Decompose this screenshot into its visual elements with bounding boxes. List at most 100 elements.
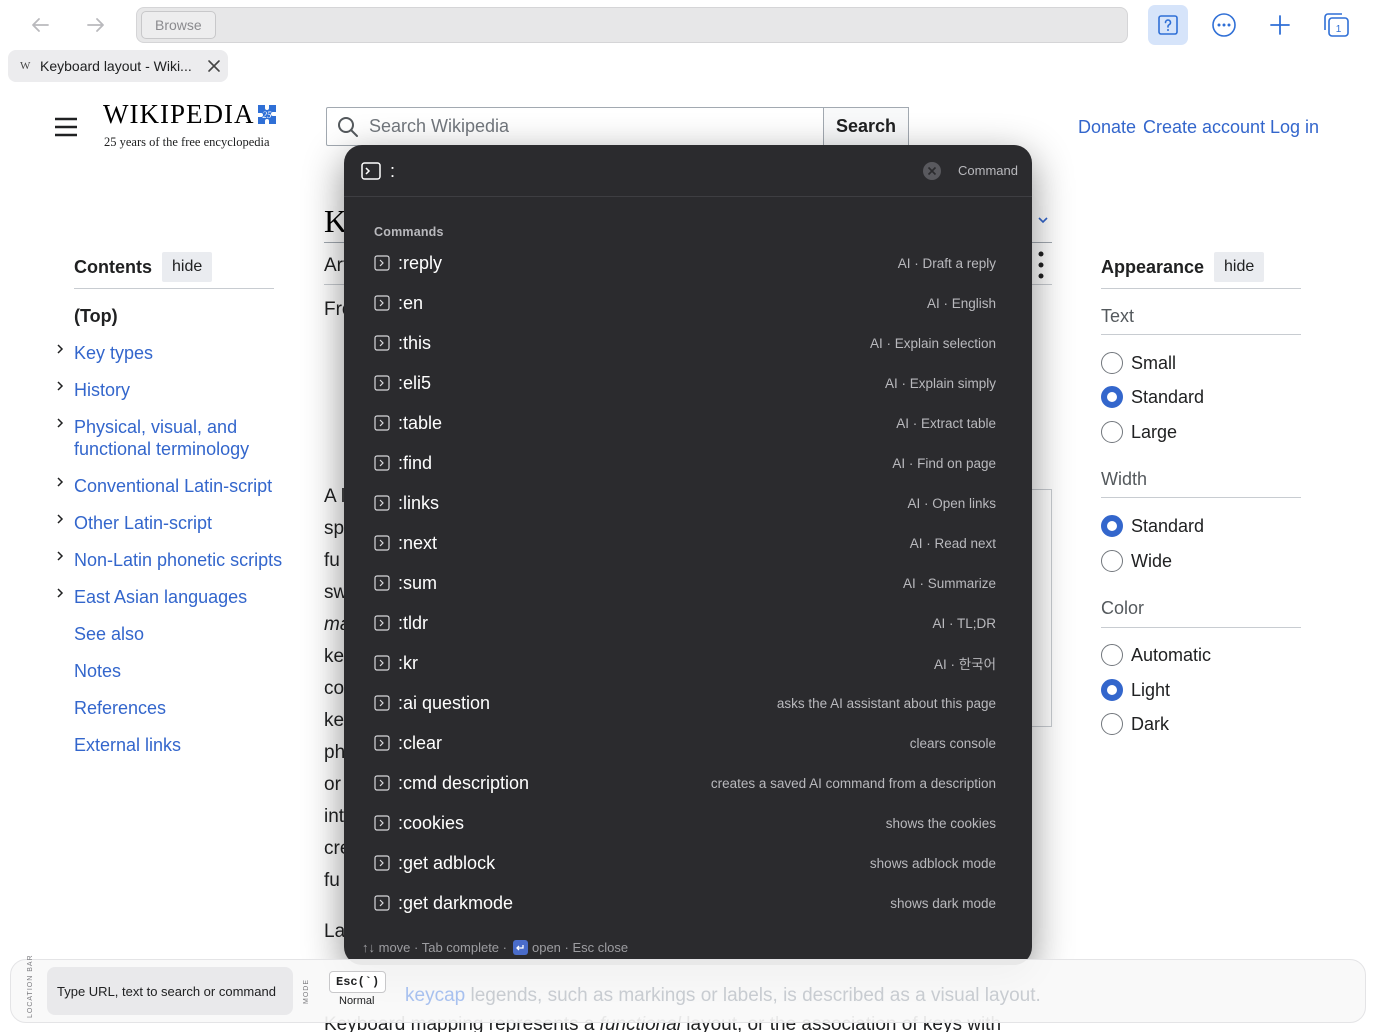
search-placeholder: Search Wikipedia xyxy=(369,116,510,136)
return-key-icon xyxy=(512,940,528,955)
radio-color-light[interactable]: Light xyxy=(1101,679,1170,701)
command-name: :next xyxy=(398,532,438,553)
command-item[interactable]: :ai question asks the AI assistant about … xyxy=(374,683,996,723)
browse-chip[interactable]: Browse xyxy=(141,11,216,39)
login-link[interactable]: Log in xyxy=(1270,117,1319,138)
para-frag-link[interactable]: co xyxy=(324,678,344,700)
terminal-icon xyxy=(361,162,381,180)
command-item[interactable]: :links AI · Open links xyxy=(374,483,996,523)
back-arrow-icon xyxy=(32,18,49,32)
toc-item-non-latin[interactable]: Non-Latin phonetic scripts xyxy=(74,549,282,571)
palette-footer: ↑↓ move · Tab complete · open · Esc clos… xyxy=(362,940,629,955)
para-frag-link[interactable]: ph xyxy=(324,742,345,764)
command-icon xyxy=(374,655,390,671)
chevron-right-icon[interactable] xyxy=(54,380,66,392)
command-name: :links xyxy=(398,492,440,513)
chevron-right-icon[interactable] xyxy=(54,343,66,355)
toc-item-history[interactable]: History xyxy=(74,379,130,401)
para-frag: int xyxy=(324,806,345,827)
url-bar[interactable]: Browse xyxy=(136,7,1128,43)
bottom-bar: LOCATION BAR Type URL, text to search or… xyxy=(10,954,1366,1023)
radio-text-large[interactable]: Large xyxy=(1101,421,1177,443)
command-item[interactable]: :find AI · Find on page xyxy=(374,443,996,483)
chevron-right-icon[interactable] xyxy=(54,513,66,525)
faded-page-text: keycap legends, such as markings or labe… xyxy=(405,985,1041,1006)
command-item[interactable]: :sum AI · Summarize xyxy=(374,563,996,603)
more-button[interactable] xyxy=(1204,5,1244,45)
toc-item-references[interactable]: References xyxy=(74,697,166,719)
command-item[interactable]: :reply AI · Draft a reply xyxy=(374,243,996,283)
command-item[interactable]: :en AI · English xyxy=(374,283,996,323)
palette-header: : Command xyxy=(344,145,1032,197)
chevron-right-icon[interactable] xyxy=(54,587,66,599)
command-item[interactable]: :this AI · Explain selection xyxy=(374,323,996,363)
tab-close-button[interactable] xyxy=(200,52,228,80)
tabs-button[interactable]: 1 xyxy=(1316,5,1356,45)
command-item[interactable]: :clear clears console xyxy=(374,723,996,763)
back-button[interactable] xyxy=(20,5,60,45)
chevron-right-icon[interactable] xyxy=(54,550,66,562)
toc-item-top[interactable]: (Top) xyxy=(74,305,118,327)
command-item[interactable]: :kr AI · 한국어 xyxy=(374,643,996,683)
help-icon xyxy=(1158,15,1178,35)
chevron-right-icon[interactable] xyxy=(54,476,66,488)
toc-item-conventional-latin[interactable]: Conventional Latin-script xyxy=(74,475,272,497)
appearance-hide-button[interactable]: hide xyxy=(1214,252,1265,282)
toc-item-east-asian[interactable]: East Asian languages xyxy=(74,586,247,608)
kebab-icon[interactable] xyxy=(1036,250,1046,280)
search-button[interactable]: Search xyxy=(823,107,909,146)
toc-item-notes[interactable]: Notes xyxy=(74,660,121,682)
forward-arrow-icon xyxy=(87,18,104,32)
chevron-down-icon[interactable] xyxy=(1036,213,1050,227)
main-menu-button[interactable] xyxy=(52,113,80,141)
command-input[interactable]: : xyxy=(390,161,395,182)
command-item[interactable]: :eli5 AI · Explain simply xyxy=(374,363,996,403)
toc-item-key-types[interactable]: Key types xyxy=(74,342,153,364)
toc-item-other-latin[interactable]: Other Latin-script xyxy=(74,512,212,534)
forward-button[interactable] xyxy=(76,5,116,45)
wikipedia-favicon-icon: W xyxy=(20,60,31,72)
new-tab-button[interactable] xyxy=(1260,5,1300,45)
location-input[interactable]: Type URL, text to search or command xyxy=(47,967,293,1015)
command-icon xyxy=(374,615,390,631)
search-input[interactable]: Search Wikipedia xyxy=(326,107,824,146)
radio-color-dark[interactable]: Dark xyxy=(1101,713,1169,735)
clear-icon[interactable] xyxy=(922,161,942,181)
command-icon xyxy=(374,775,390,791)
help-button[interactable] xyxy=(1148,5,1188,45)
radio-text-standard[interactable]: Standard xyxy=(1101,386,1204,408)
para-frag-link[interactable]: ke xyxy=(324,710,344,732)
donate-link[interactable]: Donate xyxy=(1078,117,1136,138)
tab-keyboard-layout[interactable]: W Keyboard layout - Wiki... xyxy=(8,50,228,82)
command-item[interactable]: :table AI · Extract table xyxy=(374,403,996,443)
radio-width-standard[interactable]: Standard xyxy=(1101,515,1204,537)
wordmark: WIKIPEDIA xyxy=(103,99,255,129)
command-item[interactable]: :tldr AI · TL;DR xyxy=(374,603,996,643)
command-icon xyxy=(374,575,390,591)
command-name: :en xyxy=(398,292,424,313)
toc-hide-button[interactable]: hide xyxy=(162,252,213,282)
radio-width-wide[interactable]: Wide xyxy=(1101,550,1172,572)
wikipedia-logo[interactable]: WIKIPEDIA 25 xyxy=(103,99,280,130)
command-palette: : Command Commands :reply AI · Draft a re… xyxy=(344,145,1032,965)
command-item[interactable]: :cookies shows the cookies xyxy=(374,803,996,843)
create-account-link[interactable]: Create account xyxy=(1143,117,1265,138)
svg-text:25: 25 xyxy=(263,110,273,120)
toc-item-see-also[interactable]: See also xyxy=(74,623,144,645)
command-description: AI · English xyxy=(926,295,996,311)
radio-color-automatic[interactable]: Automatic xyxy=(1101,644,1211,666)
mode-label: MODE xyxy=(303,979,310,1004)
command-item[interactable]: :get adblock shows adblock mode xyxy=(374,843,996,883)
toc-item-terminology[interactable]: Physical, visual, and functional termino… xyxy=(74,416,249,460)
radio-text-small[interactable]: Small xyxy=(1101,352,1176,374)
command-icon xyxy=(374,695,390,711)
command-item[interactable]: :get darkmode shows dark mode xyxy=(374,883,996,923)
location-bar-label: LOCATION BAR xyxy=(27,954,34,1018)
command-item[interactable]: :cmd description creates a saved AI comma… xyxy=(374,763,996,803)
tab-title: Keyboard layout - Wiki... xyxy=(40,58,192,74)
command-item[interactable]: :next AI · Read next xyxy=(374,523,996,563)
chevron-right-icon[interactable] xyxy=(54,417,66,429)
close-icon xyxy=(208,60,220,72)
toc-item-external-links[interactable]: External links xyxy=(74,734,181,756)
para-frag: or xyxy=(324,774,341,795)
